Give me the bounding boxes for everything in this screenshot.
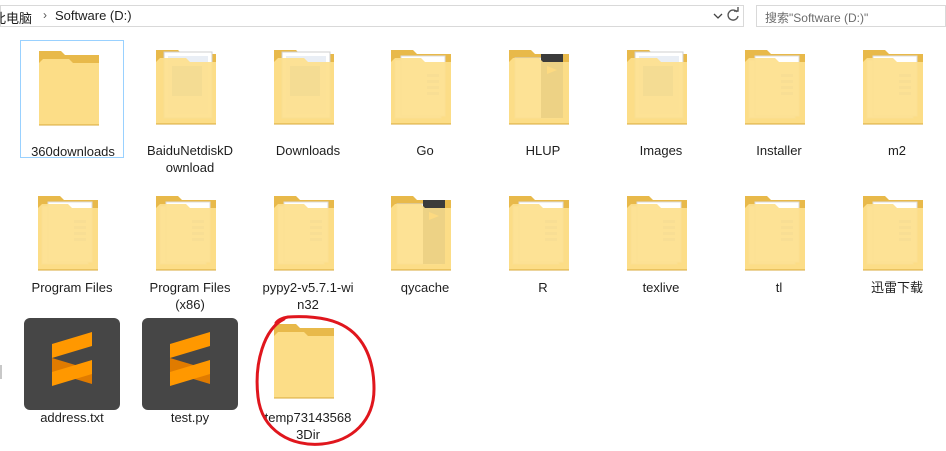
item-label: Installer	[756, 143, 802, 158]
file-item-address-txt[interactable]: address.txt	[20, 314, 124, 434]
breadcrumb-software-d[interactable]: Software (D:)	[55, 8, 132, 23]
chevron-down-icon[interactable]	[711, 9, 725, 23]
folder-item-program-files-x86[interactable]: Program Files (x86)	[138, 186, 242, 312]
address-bar[interactable]: 此电脑 › Software (D:)	[0, 5, 744, 27]
folder-icon	[727, 40, 831, 136]
folder-icon	[609, 186, 713, 282]
folder-icon	[373, 40, 477, 136]
folder-item-downloads[interactable]: Downloads	[256, 40, 360, 158]
item-label: Program Files	[31, 280, 113, 295]
item-label: pypy2-v5.7.1-wi n32	[262, 280, 354, 312]
item-label: tl	[775, 280, 783, 295]
navigation-bar: 此电脑 › Software (D:) 搜索"Software (D:)"	[0, 0, 946, 31]
scroll-edge	[0, 365, 2, 379]
folder-icon	[138, 40, 242, 136]
item-label: Program Files (x86)	[149, 280, 231, 312]
search-box[interactable]: 搜索"Software (D:)"	[756, 5, 946, 27]
search-input[interactable]: 搜索"Software (D:)"	[765, 9, 868, 26]
folder-icon	[138, 186, 242, 282]
folder-icon	[256, 314, 360, 410]
folder-icon	[727, 186, 831, 282]
item-label: HLUP	[525, 143, 561, 158]
item-label: address.txt	[40, 410, 104, 425]
file-item-test-py[interactable]: test.py	[138, 314, 242, 434]
folder-icon	[256, 186, 360, 282]
folder-item-images[interactable]: Images	[609, 40, 713, 158]
folder-item-temp731435683dir[interactable]: temp73143568 3Dir	[256, 314, 360, 442]
folder-icon	[20, 186, 124, 282]
folder-item-m2[interactable]: m2	[845, 40, 946, 158]
item-label: Go	[416, 143, 434, 158]
sublime-text-file-icon	[138, 314, 242, 410]
folder-icon	[21, 41, 125, 137]
folder-item-pypy2-v5-7-1-win32[interactable]: pypy2-v5.7.1-wi n32	[256, 186, 360, 312]
folder-icon	[256, 40, 360, 136]
item-label: Downloads	[275, 143, 341, 158]
folder-item-tl[interactable]: tl	[727, 186, 831, 306]
refresh-icon[interactable]	[724, 6, 742, 24]
folder-item-r[interactable]: R	[491, 186, 595, 306]
item-label: texlive	[642, 280, 680, 295]
item-label: 360downloads	[31, 144, 115, 159]
item-label: Images	[639, 143, 683, 158]
folder-item-qycache[interactable]: qycache	[373, 186, 477, 306]
item-label: BaiduNetdiskD ownload	[147, 143, 233, 175]
item-label: qycache	[400, 280, 450, 295]
folder-item-360downloads[interactable]: 360downloads	[20, 40, 125, 159]
folder-icon	[845, 40, 946, 136]
folder-icon	[491, 40, 595, 136]
folder-icon	[373, 186, 477, 282]
folder-item-迅雷下载[interactable]: 迅雷下载	[845, 186, 946, 306]
sublime-text-file-icon	[20, 314, 124, 410]
breadcrumb-this-pc[interactable]: 此电脑	[0, 8, 32, 27]
folder-item-program-files[interactable]: Program Files	[20, 186, 124, 306]
item-label: R	[538, 280, 548, 295]
breadcrumb-separator: ›	[43, 8, 47, 22]
folder-item-installer[interactable]: Installer	[727, 40, 831, 158]
folder-item-texlive[interactable]: texlive	[609, 186, 713, 306]
item-label: 迅雷下载	[870, 280, 923, 295]
folder-item-go[interactable]: Go	[373, 40, 477, 158]
item-label: m2	[887, 143, 907, 158]
folder-icon	[845, 186, 946, 282]
folder-icon	[609, 40, 713, 136]
folder-item-baidunetdiskdownload[interactable]: BaiduNetdiskD ownload	[138, 40, 242, 175]
item-label: test.py	[170, 410, 210, 425]
item-label: temp73143568 3Dir	[264, 410, 352, 442]
folder-icon	[491, 186, 595, 282]
folder-item-hlup[interactable]: HLUP	[491, 40, 595, 158]
